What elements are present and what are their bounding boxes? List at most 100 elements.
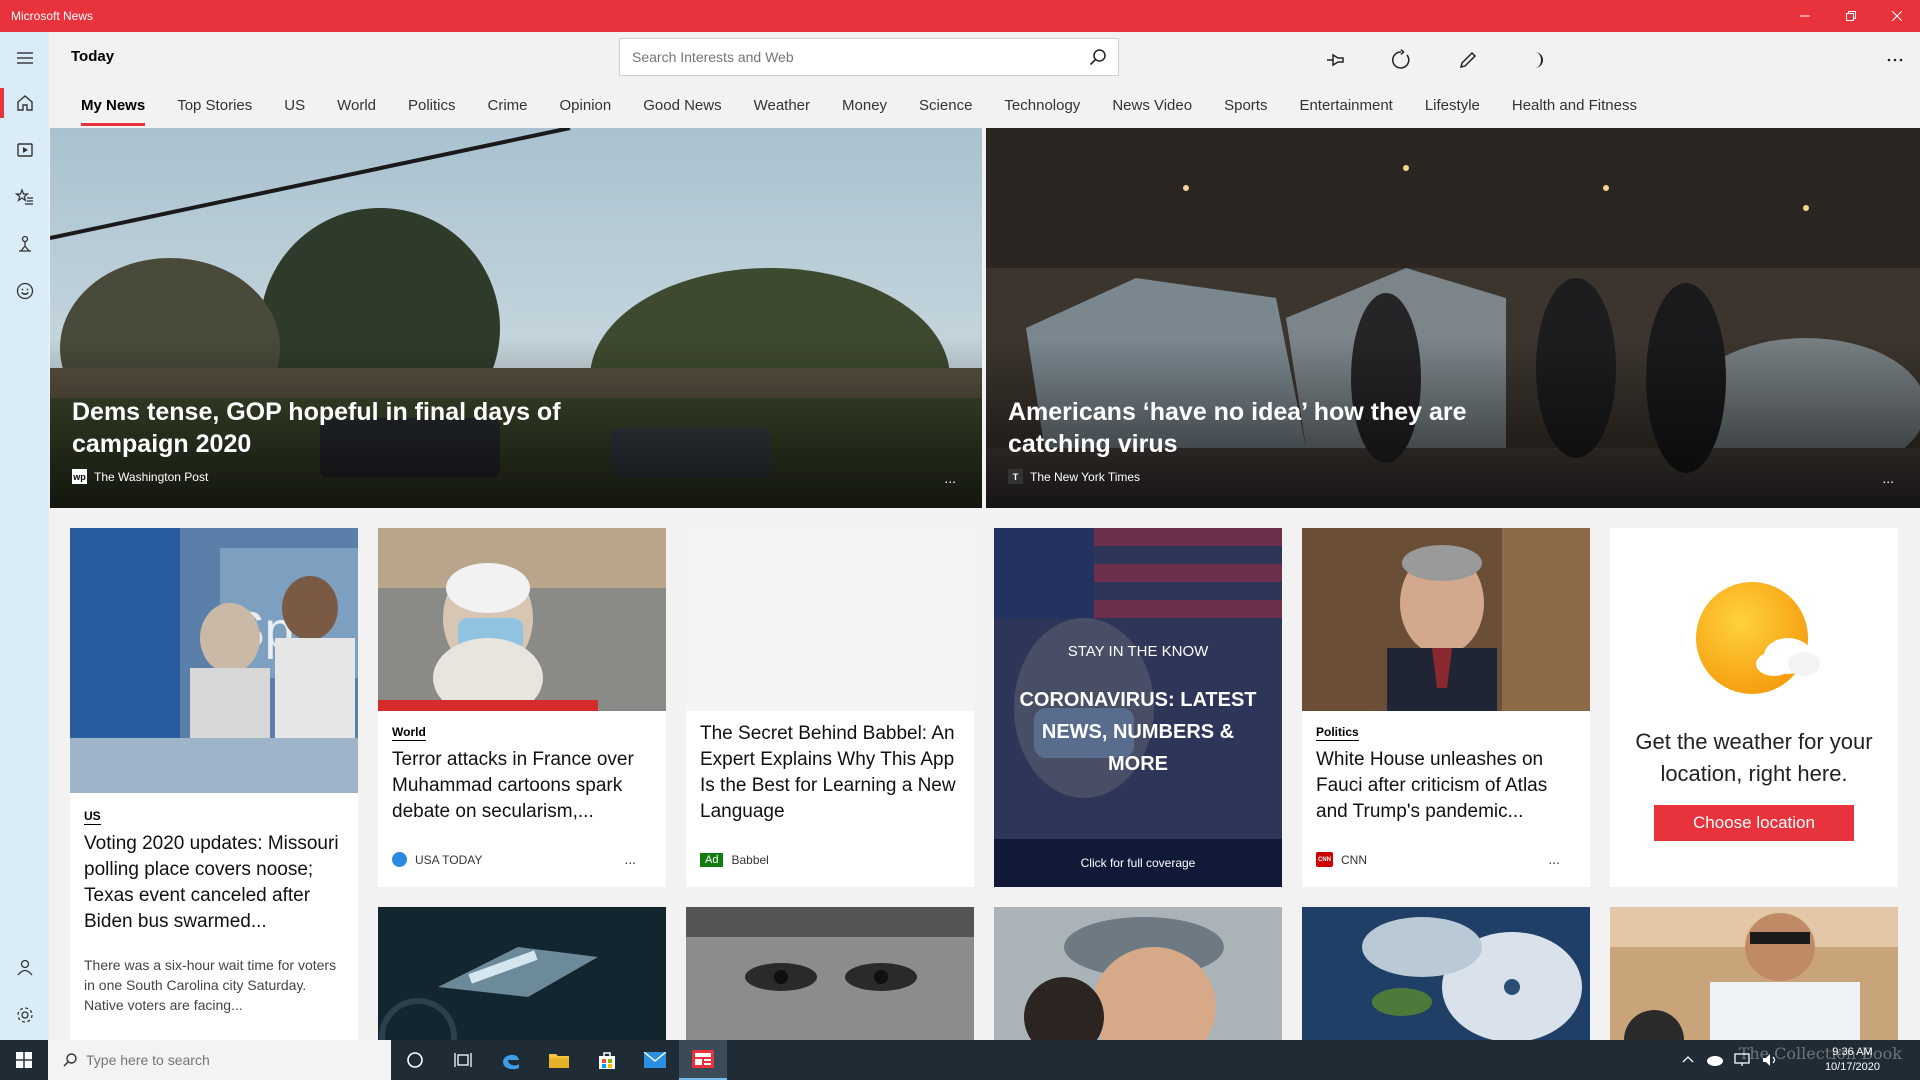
person-icon — [16, 959, 33, 976]
pin-icon — [1327, 53, 1344, 67]
tab-science[interactable]: Science — [903, 88, 988, 124]
account-button[interactable] — [0, 944, 49, 990]
nav-feedback-button[interactable] — [0, 268, 49, 314]
task-view-icon — [454, 1053, 472, 1067]
card-photo-voting: Sp — [70, 528, 358, 793]
card-coronavirus-coverage[interactable]: STAY IN THE KNOW CORONAVIRUS: LATEST NEW… — [994, 528, 1282, 887]
tab-my-news[interactable]: My News — [65, 88, 161, 126]
choose-location-button[interactable]: Choose location — [1654, 805, 1854, 841]
card-hurricane-photo[interactable] — [1302, 907, 1590, 1040]
nav-home-button[interactable] — [0, 80, 49, 126]
tab-news-video[interactable]: News Video — [1096, 88, 1208, 124]
cortana-circle-icon — [407, 1052, 423, 1068]
nav-video-button[interactable] — [0, 127, 49, 173]
tab-us[interactable]: US — [268, 88, 321, 124]
card-photo-eyes — [686, 907, 974, 1040]
minimize-button[interactable] — [1782, 0, 1828, 32]
usa-today-logo-icon — [392, 852, 407, 867]
covid-kicker: STAY IN THE KNOW — [1067, 643, 1209, 660]
card-tunnel-photo[interactable] — [378, 907, 666, 1040]
restore-button[interactable] — [1828, 0, 1874, 32]
refresh-icon — [1392, 49, 1410, 69]
nav-interests-button[interactable] — [0, 174, 49, 220]
start-button[interactable] — [0, 1040, 48, 1080]
card-france-attacks[interactable]: World Terror attacks in France over Muha… — [378, 528, 666, 887]
close-button[interactable] — [1874, 0, 1920, 32]
ad-badge: Ad — [700, 853, 724, 867]
settings-button[interactable] — [0, 992, 49, 1038]
ad-image-placeholder — [686, 528, 974, 711]
card-category: World — [392, 725, 426, 741]
nav-local-button[interactable] — [0, 221, 49, 267]
navigation-rail — [0, 32, 49, 1040]
card-title: White House unleashes on Fauci after cri… — [1316, 749, 1548, 822]
card-more-button[interactable]: ... — [624, 851, 636, 867]
mail-button[interactable] — [631, 1040, 679, 1080]
tab-world[interactable]: World — [321, 88, 392, 124]
refresh-button[interactable] — [1381, 42, 1421, 78]
hero-more-button[interactable]: ... — [1882, 470, 1894, 486]
taskbar-search-input[interactable] — [78, 1052, 391, 1068]
card-source-name: USA TODAY — [415, 852, 483, 867]
edge-browser-button[interactable] — [487, 1040, 535, 1080]
search-icon — [63, 1053, 77, 1067]
covid-title: CORONAVIRUS: LATEST NEWS, NUMBERS & MORE — [1019, 689, 1257, 775]
chevron-up-icon[interactable] — [1680, 1052, 1696, 1068]
card-title: Terror attacks in France over Muhammad c… — [392, 749, 634, 822]
card-source: CNN CNN — [1316, 852, 1367, 867]
hero-source-name: The New York Times — [1030, 469, 1141, 484]
mail-icon — [644, 1052, 666, 1068]
tab-lifestyle[interactable]: Lifestyle — [1409, 88, 1496, 124]
cloud-icon[interactable] — [1706, 1053, 1724, 1067]
window-controls — [1782, 0, 1920, 32]
tab-weather[interactable]: Weather — [738, 88, 826, 124]
ellipsis-icon — [1887, 58, 1903, 62]
tab-crime[interactable]: Crime — [472, 88, 544, 124]
home-icon — [16, 95, 33, 111]
pin-button[interactable] — [1315, 42, 1355, 78]
taskbar: 9:36 AM 10/17/2020 — [0, 1040, 1920, 1080]
hero-more-button[interactable]: ... — [944, 470, 956, 486]
hero-source-name: The Washington Post — [94, 469, 209, 484]
tab-sports[interactable]: Sports — [1208, 88, 1283, 124]
card-more-button[interactable]: ... — [1548, 851, 1560, 867]
card-fauci[interactable]: Politics White House unleashes on Fauci … — [1302, 528, 1590, 887]
news-app-button[interactable] — [679, 1040, 727, 1080]
tab-health-and-fitness[interactable]: Health and Fitness — [1496, 88, 1653, 124]
cortana-button[interactable] — [391, 1040, 439, 1080]
new-york-times-logo-icon: T — [1008, 469, 1023, 484]
hero-source: wp The Washington Post — [72, 469, 208, 484]
card-woman-photo[interactable] — [994, 907, 1282, 1040]
card-voting-updates[interactable]: Sp US Voting 2020 updates: Missouri poll… — [70, 528, 358, 1040]
more-options-button[interactable] — [1875, 42, 1915, 78]
windows-logo-icon — [16, 1052, 32, 1068]
search-input[interactable] — [620, 39, 1078, 75]
header: Today My News Top Stories US World Polit… — [49, 32, 1920, 127]
full-coverage-button[interactable]: Click for full coverage — [994, 839, 1282, 887]
card-source-name: Babbel — [731, 853, 769, 867]
dark-mode-button[interactable] — [1516, 42, 1556, 78]
hero-story-election[interactable]: Dems tense, GOP hopeful in final days of… — [50, 128, 982, 508]
card-title: Voting 2020 updates: Missouri polling pl… — [84, 833, 339, 932]
hamburger-menu-button[interactable] — [0, 35, 49, 81]
tab-technology[interactable]: Technology — [988, 88, 1096, 124]
gear-icon — [16, 1007, 33, 1023]
tab-top-stories[interactable]: Top Stories — [161, 88, 268, 124]
store-button[interactable] — [583, 1040, 631, 1080]
tab-opinion[interactable]: Opinion — [544, 88, 628, 124]
tab-politics[interactable]: Politics — [392, 88, 472, 124]
search-box[interactable] — [619, 38, 1119, 76]
card-man-photo[interactable] — [1610, 907, 1898, 1040]
hero-story-virus[interactable]: Americans ‘have no idea’ how they are ca… — [986, 128, 1920, 508]
edit-button[interactable] — [1448, 42, 1488, 78]
hero-title: Dems tense, GOP hopeful in final days of… — [72, 398, 561, 458]
search-button[interactable] — [1078, 39, 1118, 75]
task-view-button[interactable] — [439, 1040, 487, 1080]
card-eyes-photo[interactable] — [686, 907, 974, 1040]
tab-good-news[interactable]: Good News — [627, 88, 737, 124]
taskbar-search-box[interactable] — [48, 1040, 391, 1080]
tab-entertainment[interactable]: Entertainment — [1283, 88, 1408, 124]
file-explorer-button[interactable] — [535, 1040, 583, 1080]
card-babbel-ad[interactable]: The Secret Behind Babbel: An Expert Expl… — [686, 528, 974, 887]
tab-money[interactable]: Money — [826, 88, 903, 124]
